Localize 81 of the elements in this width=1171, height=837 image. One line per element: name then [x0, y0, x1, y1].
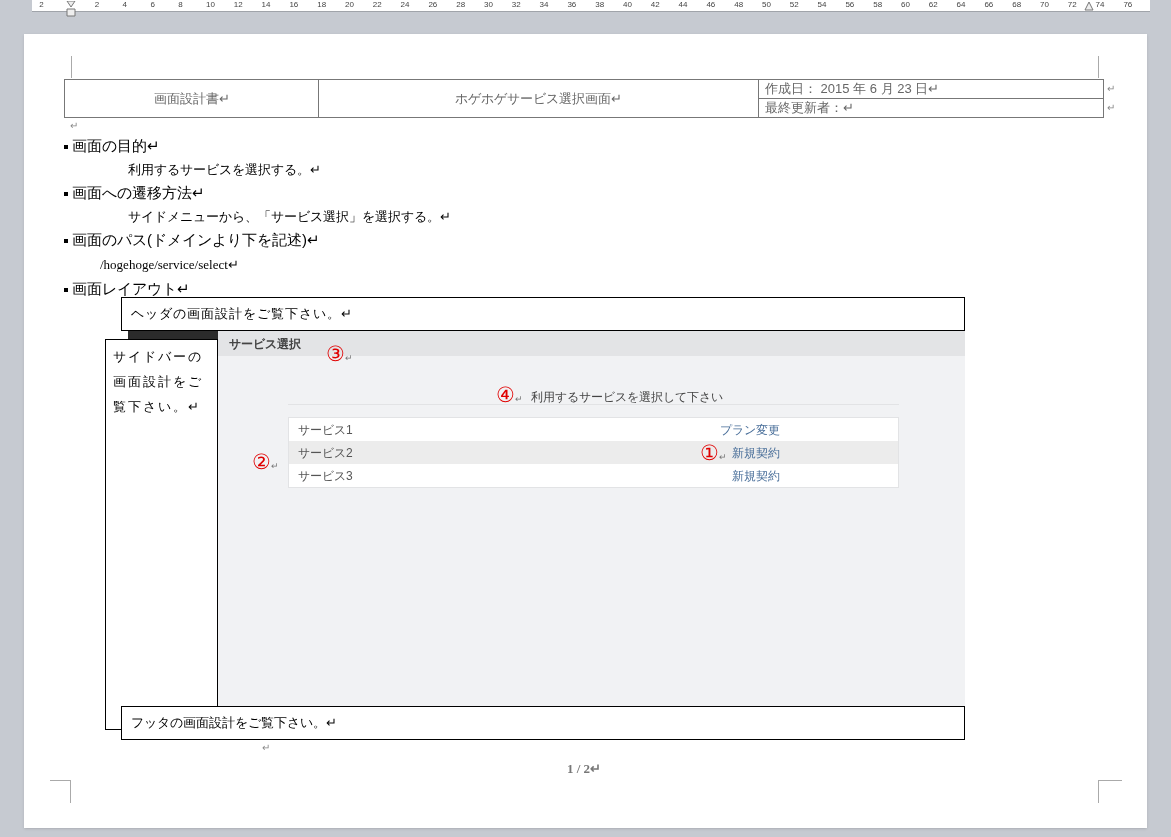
ruler-number: 76	[1123, 0, 1133, 11]
bullet-icon	[64, 238, 68, 243]
ruler-number: 54	[817, 0, 827, 11]
table-cell: 作成日： 2015 年 6 月 23 日↵	[759, 80, 1103, 99]
callout-number: ①	[700, 442, 719, 464]
callout-number: ③	[326, 343, 345, 365]
ruler-number: 66	[984, 0, 994, 11]
action-link[interactable]: 新規契約	[732, 466, 780, 485]
ruler-number: 22	[372, 0, 382, 11]
ruler-number: 68	[1012, 0, 1022, 11]
paragraph-mark: ↵	[345, 352, 353, 365]
table-cell-text: 最終更新者：↵	[764, 99, 855, 117]
ruler-number: 60	[901, 0, 910, 11]
ruler-number: 32	[511, 0, 521, 11]
ruler-number: 58	[873, 0, 883, 11]
crop-mark	[50, 780, 71, 803]
ruler-number: 24	[400, 0, 410, 11]
section-text: 利用するサービスを選択する。↵	[128, 161, 321, 180]
ruler-number: 64	[956, 0, 966, 11]
action-link[interactable]: 新規契約	[732, 443, 780, 462]
ruler-number: 62	[928, 0, 938, 11]
ruler-number: 50	[762, 0, 771, 11]
ruler-number: 10	[206, 0, 215, 11]
bullet-icon	[64, 191, 68, 196]
paragraph-mark: ↵	[719, 451, 727, 464]
ruler-number: 12	[233, 0, 243, 11]
ruler-number: 52	[789, 0, 799, 11]
ruler-number: 42	[650, 0, 660, 11]
ruler-number: 26	[428, 0, 438, 11]
footer-note: フッタの画面設計をご覧下さい。↵	[121, 706, 965, 740]
ruler-number: 34	[539, 0, 549, 11]
service-name: サービス2	[298, 444, 353, 462]
indent-marker-icon[interactable]	[1084, 1, 1094, 11]
ruler-number: 30	[484, 0, 493, 11]
section-heading: 画面レイアウト↵	[72, 279, 190, 300]
ruler-number: 48	[734, 0, 744, 11]
bullet-icon	[64, 287, 68, 292]
paragraph-mark: ↵	[262, 741, 270, 755]
service-name: サービス3	[298, 467, 353, 485]
ruler-number: 40	[623, 0, 632, 11]
instruction-text: 利用するサービスを選択して下さい	[531, 390, 723, 404]
ruler-number: 70	[1040, 0, 1049, 11]
paragraph-mark: ↵	[271, 460, 279, 473]
ruler-number: 6	[150, 0, 155, 11]
ruler-number: 28	[456, 0, 466, 11]
table-cell: ホゲホゲサービス選択画面↵	[319, 80, 759, 117]
bullet-icon	[64, 144, 68, 149]
header-note: ヘッダの画面設計をご覧下さい。↵	[121, 297, 965, 331]
paragraph-mark: ↵	[1107, 101, 1115, 115]
ruler-number: 18	[317, 0, 327, 11]
section-heading: 画面への遷移方法↵	[72, 183, 205, 204]
ruler-number: 36	[567, 0, 577, 11]
paragraph-mark: ↵	[70, 120, 78, 131]
table-cell: 画面設計書↵	[65, 80, 319, 117]
ruler-number: 72	[1067, 0, 1077, 11]
ruler-number: 8	[178, 0, 183, 11]
page-title: サービス選択	[229, 335, 301, 353]
callout-number: ②	[252, 451, 271, 473]
page-number: 1 / 2↵	[566, 760, 602, 778]
action-link[interactable]: プラン変更	[720, 420, 780, 439]
ruler-number: 74	[1095, 0, 1105, 11]
section-heading: 画面のパス(ドメインより下を記述)↵	[72, 230, 320, 251]
section-heading: 画面の目的↵	[72, 136, 160, 157]
ruler-number: 14	[261, 0, 271, 11]
ruler-number: 2	[94, 0, 100, 11]
crop-mark	[1098, 780, 1122, 803]
ruler-number: 46	[706, 0, 716, 11]
paragraph-mark: ↵	[1107, 82, 1115, 96]
ruler-number: 4	[122, 0, 128, 11]
service-name: サービス1	[298, 421, 353, 439]
ruler-number: 44	[678, 0, 688, 11]
ruler-number: 16	[289, 0, 299, 11]
ruler-number: 20	[345, 0, 354, 11]
callout-number: ④	[496, 384, 515, 406]
ruler-number: 2	[39, 0, 44, 11]
path-text: /hogehoge/service/select↵	[100, 256, 239, 275]
paragraph-mark: ↵	[515, 393, 523, 406]
ruler-number: 56	[845, 0, 855, 11]
indent-marker-icon[interactable]	[66, 1, 76, 17]
ruler-number: 38	[595, 0, 605, 11]
section-text: サイドメニューから、「サービス選択」を選択する。↵	[128, 208, 451, 227]
